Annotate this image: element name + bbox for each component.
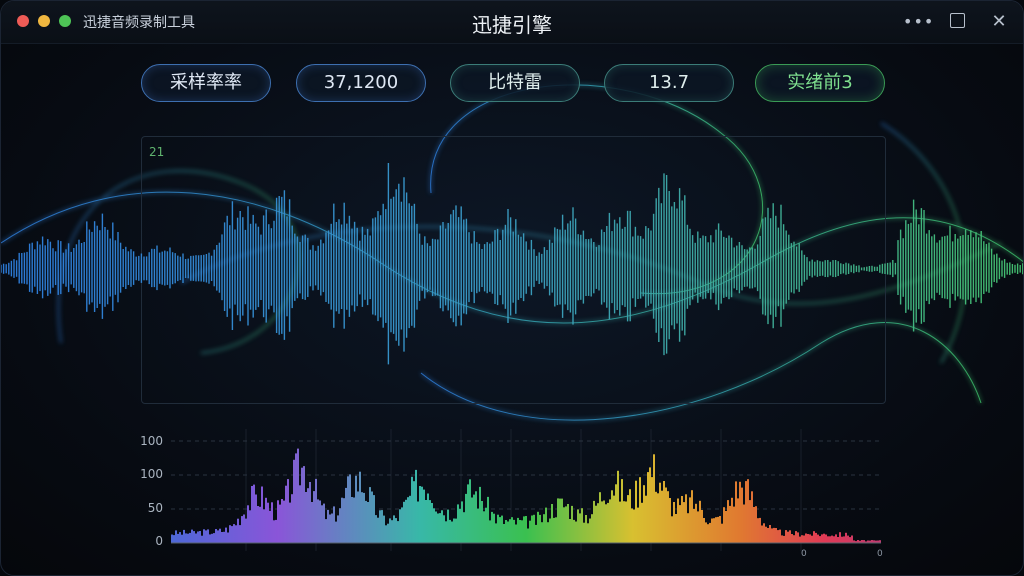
- y-tick-label: 100: [140, 467, 163, 481]
- x-tick-label: 0: [877, 549, 883, 559]
- y-tick-label: 50: [147, 501, 163, 515]
- app-window: 迅捷音频录制工具 迅捷引擎 ••• ✕ 采样率率 37,1200 比特雷 13.…: [0, 0, 1024, 576]
- y-tick-label: 0: [155, 534, 163, 548]
- y-tick-label: 100: [140, 434, 163, 448]
- x-tick-label: 0: [801, 549, 807, 559]
